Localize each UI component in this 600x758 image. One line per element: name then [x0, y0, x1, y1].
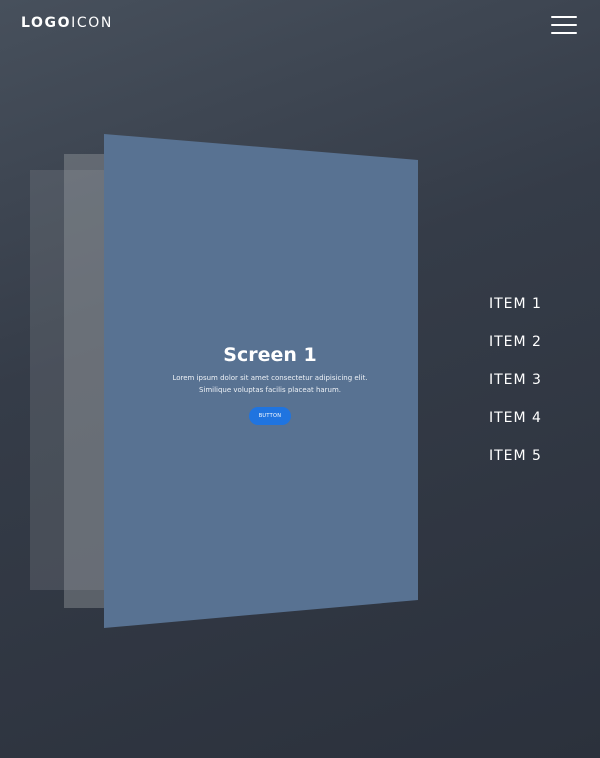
nav-item-1[interactable]: ITEM 1 [489, 295, 542, 333]
screen-content: Screen 1 Lorem ipsum dolor sit amet cons… [104, 340, 436, 425]
screen-description-line1: Lorem ipsum dolor sit amet consectetur a… [172, 374, 368, 382]
side-nav: ITEM 1 ITEM 2 ITEM 3 ITEM 4 ITEM 5 [489, 295, 542, 485]
nav-item-3[interactable]: ITEM 3 [489, 371, 542, 409]
nav-item-4[interactable]: ITEM 4 [489, 409, 542, 447]
screen-description: Lorem ipsum dolor sit amet consectetur a… [104, 373, 436, 396]
nav-item-5[interactable]: ITEM 5 [489, 447, 542, 485]
nav-item-2[interactable]: ITEM 2 [489, 333, 542, 371]
screen-button[interactable]: BUTTON [248, 407, 292, 425]
screen-description-line2: Similique voluptas facilis placeat harum… [198, 385, 342, 394]
screen-title: Screen 1 [223, 344, 317, 366]
